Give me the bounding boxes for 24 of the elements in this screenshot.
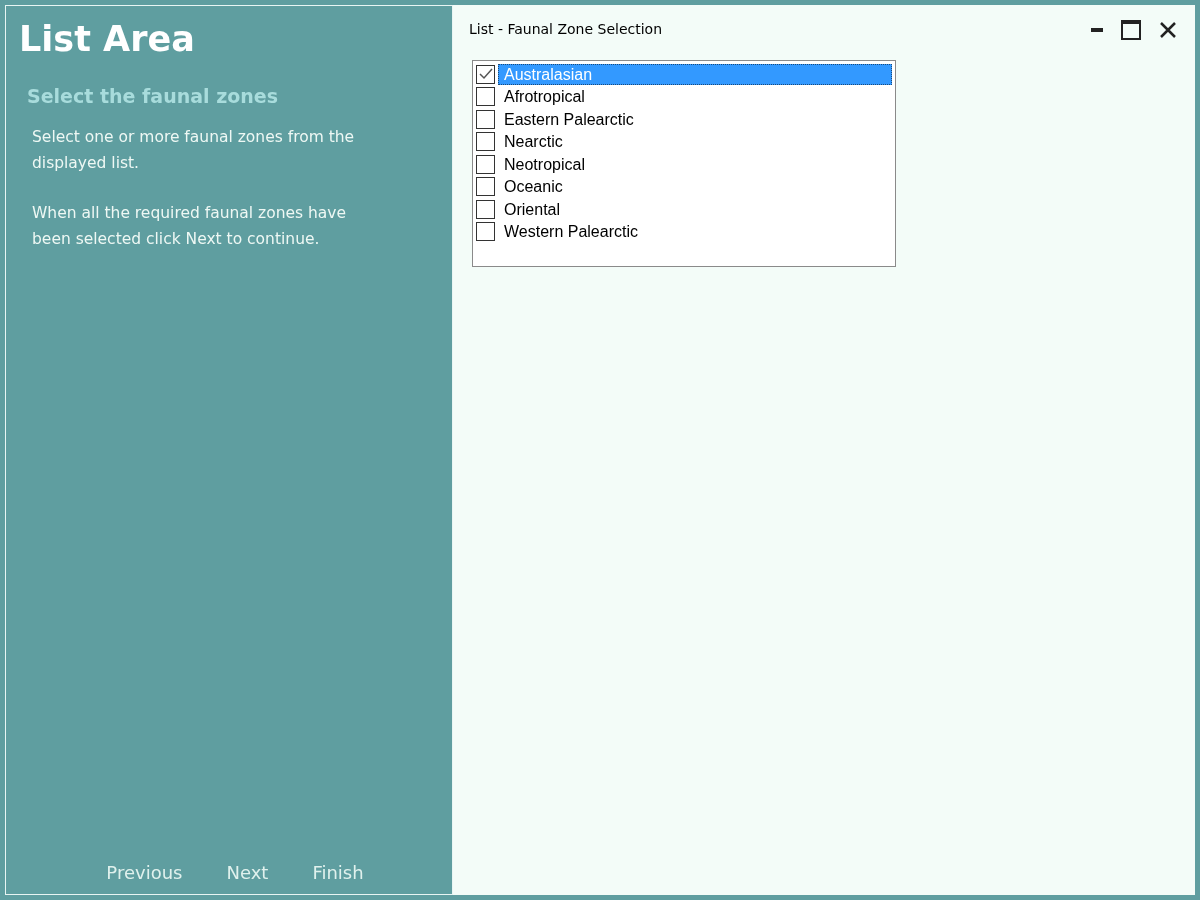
close-icon[interactable] bbox=[1159, 20, 1177, 39]
list-item[interactable]: Nearctic bbox=[498, 131, 892, 153]
checkbox[interactable] bbox=[476, 222, 495, 242]
check-icon bbox=[478, 68, 493, 81]
sidebar-subtitle: Select the faunal zones bbox=[26, 83, 279, 109]
checkbox[interactable] bbox=[476, 154, 495, 174]
checkbox[interactable] bbox=[476, 177, 495, 197]
list-item[interactable]: Afrotropical bbox=[498, 86, 892, 108]
instruction-text: When all the required faunal zones have been selected click Next to continue. bbox=[32, 203, 348, 251]
checkbox[interactable] bbox=[476, 199, 495, 219]
list-item[interactable]: Eastern Palearctic bbox=[498, 108, 892, 130]
checkbox[interactable] bbox=[476, 132, 495, 152]
minimize-icon[interactable] bbox=[1091, 27, 1103, 32]
list-item[interactable]: Neotropical bbox=[498, 153, 892, 175]
sidebar-title: List Area bbox=[18, 18, 196, 61]
list-item[interactable]: Western Palearctic bbox=[498, 221, 892, 243]
checkbox[interactable] bbox=[476, 109, 495, 129]
list-item[interactable]: Oriental bbox=[498, 198, 892, 220]
instruction-text: Select one or more faunal zones from the displayed list. bbox=[32, 127, 356, 175]
window-title: List - Faunal Zone Selection bbox=[469, 20, 663, 39]
list-item[interactable]: Oceanic bbox=[498, 176, 892, 198]
maximize-icon[interactable] bbox=[1121, 19, 1141, 40]
checkbox[interactable] bbox=[476, 64, 495, 84]
checkbox[interactable] bbox=[476, 87, 495, 107]
